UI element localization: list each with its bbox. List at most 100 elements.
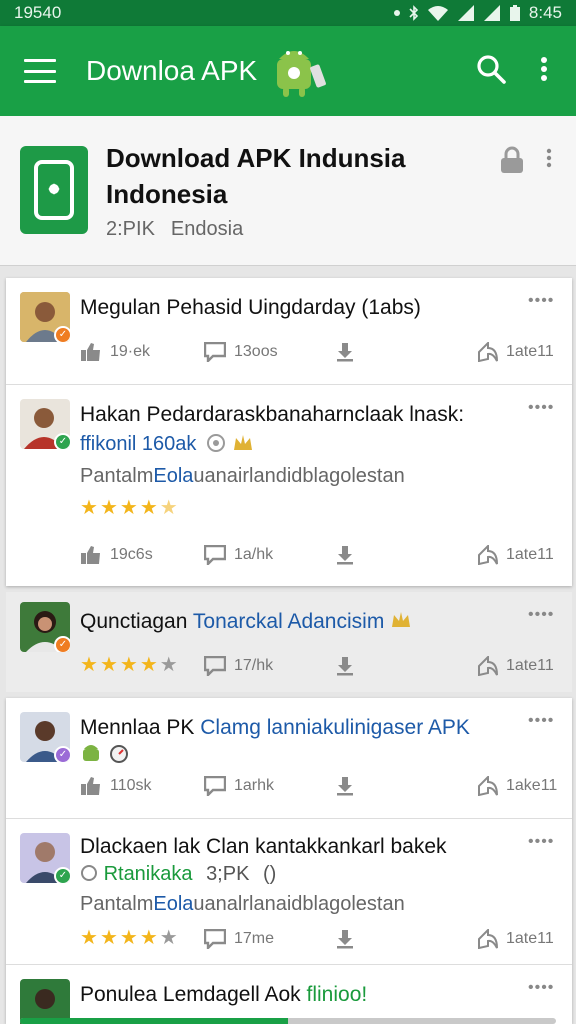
item-link[interactable]: ffikonil 160ak — [80, 433, 196, 455]
share-icon — [478, 342, 498, 362]
title-link[interactable]: Tonarckal Adancisim — [193, 610, 384, 633]
overflow-icon[interactable] — [546, 148, 552, 168]
share-icon — [478, 776, 498, 796]
title-text: Ponulea Lemdagell Aok — [80, 983, 301, 1006]
download-action[interactable] — [336, 342, 354, 362]
search-icon[interactable] — [476, 54, 506, 84]
item-link-line: ffikonil 160ak — [80, 433, 254, 456]
cell-signal-icon — [457, 5, 474, 21]
crown-icon — [392, 612, 411, 627]
share-count: 1ate11 — [506, 930, 554, 947]
like-count: 19·ek — [110, 343, 151, 360]
download-icon — [337, 657, 353, 676]
stopwatch-icon — [109, 745, 128, 763]
phone-icon — [34, 160, 74, 220]
app-bar-title: Downloa APK — [86, 55, 258, 86]
status-time-left: 19540 — [14, 3, 62, 22]
comment-action[interactable]: 13oos — [204, 342, 278, 362]
title-link[interactable]: flinioo! — [307, 983, 368, 1006]
like-action[interactable]: 19·ek — [80, 342, 150, 362]
like-count: 19c6s — [110, 546, 153, 563]
download-icon — [337, 343, 353, 362]
share-action[interactable]: 1ate11 — [478, 545, 554, 565]
avatar: ✓ — [20, 602, 70, 652]
item-menu-icon[interactable]: •••• — [528, 833, 554, 851]
battery-icon — [509, 5, 520, 21]
avatar: ✓ — [20, 292, 70, 342]
download-action[interactable] — [336, 545, 354, 565]
avatar: ✓ — [20, 399, 70, 449]
feed-card-1: ✓ Megulan Pehasid Uingdarday (1abs) ••••… — [6, 278, 572, 586]
star-icon: ★ — [80, 497, 100, 519]
star-icon: ★ — [99, 927, 120, 949]
desc-link[interactable]: Eola — [153, 893, 193, 915]
rating-stars: ★★★★★ — [80, 652, 180, 677]
desc-rest: uanalrlanaidblagolestan — [193, 893, 405, 915]
comment-action[interactable]: 1arhk — [204, 776, 274, 796]
like-count: 110sk — [110, 777, 152, 794]
paren-icon: () — [262, 863, 277, 885]
item-menu-icon[interactable]: •••• — [528, 399, 554, 417]
feed-card-3: ✓ Mennlaa PK Clamg lanniakulinigaser APK… — [6, 698, 572, 1024]
app-version: 2:PIK — [106, 218, 155, 240]
more-vert-icon[interactable] — [540, 56, 548, 82]
download-action[interactable] — [336, 656, 354, 676]
feed-item[interactable]: ✓ Mennlaa PK Clamg lanniakulinigaser APK… — [6, 698, 572, 818]
thumb-up-icon — [81, 546, 100, 564]
cell-signal-2-icon — [483, 5, 500, 21]
desc-prefix: Pantalm — [80, 893, 154, 915]
item-menu-icon[interactable]: •••• — [528, 712, 554, 730]
desc-link[interactable]: Eola — [153, 465, 193, 487]
item-menu-icon[interactable]: •••• — [528, 606, 554, 624]
item-link[interactable]: Rtanikaka — [104, 863, 193, 885]
star-icon: ★ — [119, 497, 140, 519]
download-action[interactable] — [336, 929, 354, 949]
like-action[interactable]: 110sk — [80, 776, 152, 796]
download-icon — [337, 777, 353, 796]
app-region: Endosia — [170, 218, 244, 240]
item-title: Hakan Pedardaraskbanaharnclaak lnask: — [80, 403, 465, 426]
star-icon: ★ — [80, 927, 100, 949]
app-title-line1: Download APK Indunsia — [106, 143, 406, 173]
share-action[interactable]: 1ake11 — [478, 776, 557, 796]
lock-icon[interactable] — [498, 146, 526, 174]
download-action[interactable] — [336, 776, 354, 796]
like-action[interactable]: 19c6s — [80, 545, 153, 565]
thumb-up-icon — [81, 777, 100, 795]
title-text: Mennlaa PK — [80, 716, 195, 739]
feed-item[interactable]: ✓ Megulan Pehasid Uingdarday (1abs) ••••… — [6, 278, 572, 384]
star-icon: ★ — [139, 497, 160, 519]
star-icon: ★ — [119, 654, 140, 676]
feed-item[interactable]: ✓ Hakan Pedardaraskbanaharnclaak lnask: … — [6, 384, 572, 586]
share-action[interactable]: 1ate11 — [478, 929, 554, 949]
feed-item[interactable]: ✓ Dlackaen lak Clan kantakkankarl bakek … — [6, 818, 572, 964]
share-action[interactable]: 1ate11 — [478, 342, 554, 362]
comment-action[interactable]: 1a/hk — [204, 545, 273, 565]
share-count: 1ate11 — [506, 343, 554, 360]
star-icon: ★ — [139, 927, 160, 949]
share-icon — [478, 656, 498, 676]
share-count: 1ate11 — [506, 657, 554, 674]
at-badge-icon — [206, 434, 225, 452]
title-link[interactable]: Clamg lanniakulinigaser APK — [200, 716, 470, 739]
menu-icon[interactable] — [24, 59, 56, 83]
desc-prefix: Pantalm — [80, 465, 154, 487]
item-title: Ponulea Lemdagell Aok flinioo! — [80, 983, 367, 1007]
comment-action[interactable]: 17/hk — [204, 656, 273, 676]
feed-card-2: ✓ Qunctiаgan Tonarckal Adancisim •••• ★★… — [6, 592, 572, 692]
share-action[interactable]: 1ate11 — [478, 656, 554, 676]
share-icon — [478, 545, 498, 565]
feed-item[interactable]: ✓ Qunctiаgan Tonarckal Adancisim •••• ★★… — [6, 592, 572, 692]
crown-icon — [233, 435, 252, 450]
item-menu-icon[interactable]: •••• — [528, 979, 554, 997]
app-header: Download APK Indunsia Indonesia 2:PIK End… — [0, 116, 576, 266]
download-icon — [337, 546, 353, 565]
half-star-icon: ★ — [159, 497, 180, 519]
item-title: Dlackaen lak Clan kantakkankarl bakek — [80, 835, 447, 858]
app-title-line2: Indonesia — [106, 179, 228, 209]
feed-item[interactable]: Ponulea Lemdagell Aok flinioo! •••• — [6, 964, 572, 1024]
empty-star-icon: ★ — [159, 927, 180, 949]
comment-icon — [204, 342, 226, 362]
comment-action[interactable]: 17me — [204, 929, 274, 949]
item-menu-icon[interactable]: •••• — [528, 292, 554, 310]
